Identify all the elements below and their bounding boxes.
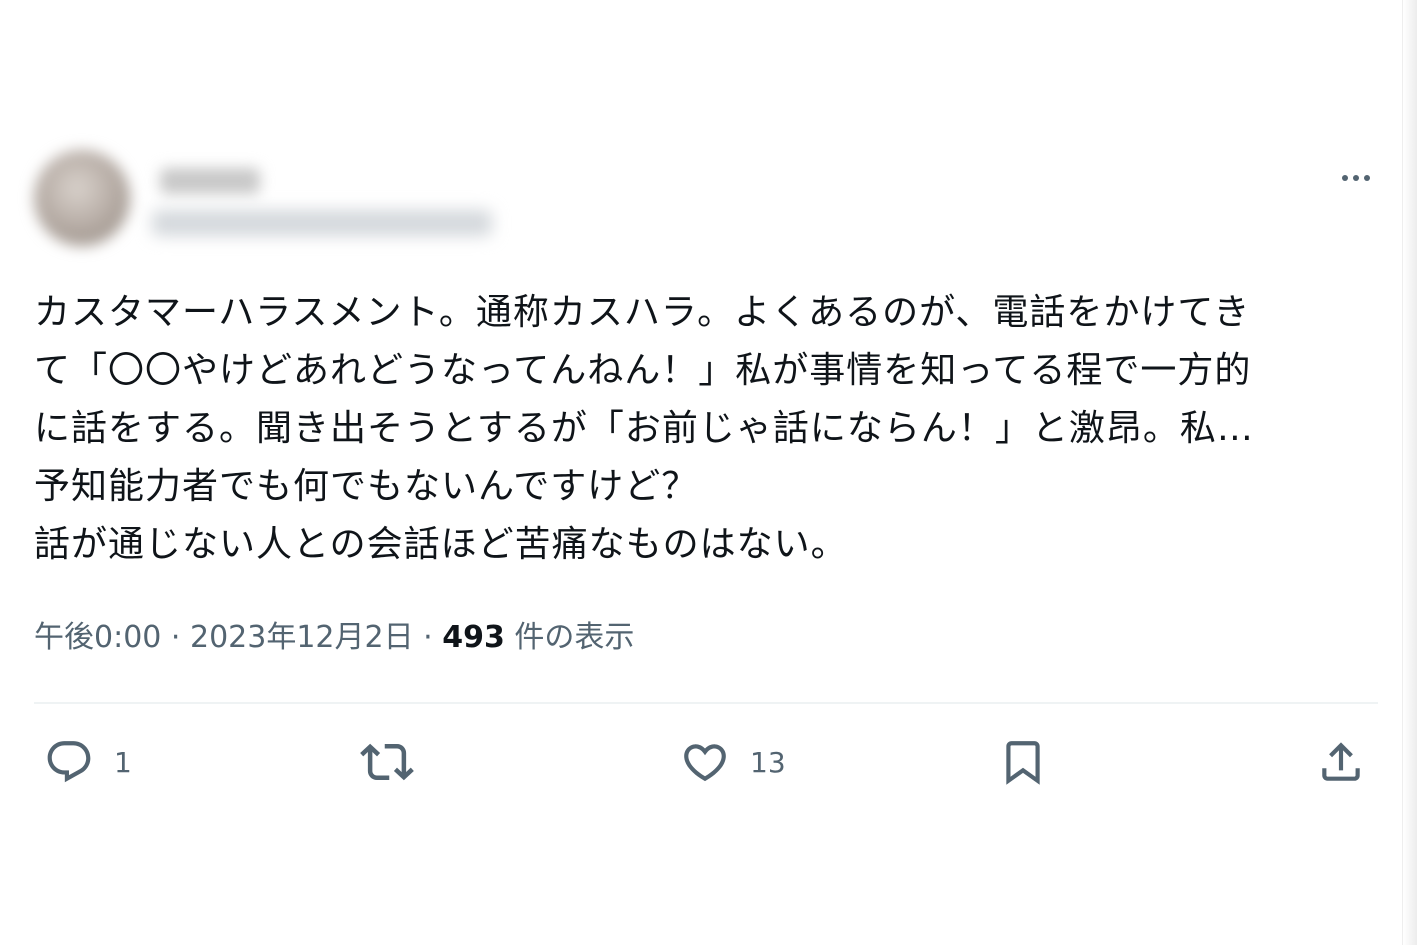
share-upload-icon (1322, 742, 1360, 781)
author-name[interactable] (160, 168, 260, 194)
repost-arrows-icon (360, 743, 414, 781)
reply-button[interactable]: 1 (44, 734, 132, 790)
bookmark-button[interactable] (998, 734, 1048, 790)
tweet-text: カスタマーハラスメント。通称カスハラ。よくあるのが、電話をかけてき て「〇〇やけ… (34, 284, 1379, 574)
views-count: 493 (442, 620, 505, 655)
more-horizontal-icon (1342, 175, 1348, 181)
more-options-button[interactable] (1330, 160, 1382, 196)
timestamp-link[interactable]: 午後0:00 · 2023年12月2日 · (34, 620, 442, 655)
repost-button[interactable] (360, 734, 434, 790)
bookmark-icon (1006, 741, 1040, 785)
reply-count: 1 (114, 745, 132, 779)
like-button[interactable]: 13 (680, 734, 786, 790)
views-label: 件の表示 (504, 620, 635, 655)
tweet-meta: 午後0:00 · 2023年12月2日 · 493 件の表示 (34, 614, 634, 662)
author-handle[interactable] (152, 210, 492, 236)
avatar[interactable] (34, 150, 130, 246)
scrollbar-track (1402, 0, 1417, 945)
tweet-text-line: て「〇〇やけどあれどうなってんねん！」私が事情を知ってる程で一方的 (34, 350, 1252, 391)
more-dot (1364, 175, 1370, 181)
tweet-text-line: に話をする。聞き出そうとするが「お前じゃ話にならん！」と激昂。私… (34, 408, 1254, 449)
more-dot (1353, 175, 1359, 181)
reply-bubble-icon (47, 741, 91, 783)
share-button[interactable] (1316, 734, 1366, 790)
divider (34, 702, 1378, 704)
heart-icon (684, 744, 726, 782)
tweet-text-line: 話が通じない人との会話ほど苦痛なものはない。 (34, 524, 848, 565)
tweet-text-line: 予知能力者でも何でもないんですけど？ (34, 466, 699, 507)
tweet-text-line: カスタマーハラスメント。通称カスハラ。よくあるのが、電話をかけてき (34, 292, 1251, 333)
like-count: 13 (750, 745, 786, 779)
tweet-card: カスタマーハラスメント。通称カスハラ。よくあるのが、電話をかけてき て「〇〇やけ… (0, 0, 1400, 945)
